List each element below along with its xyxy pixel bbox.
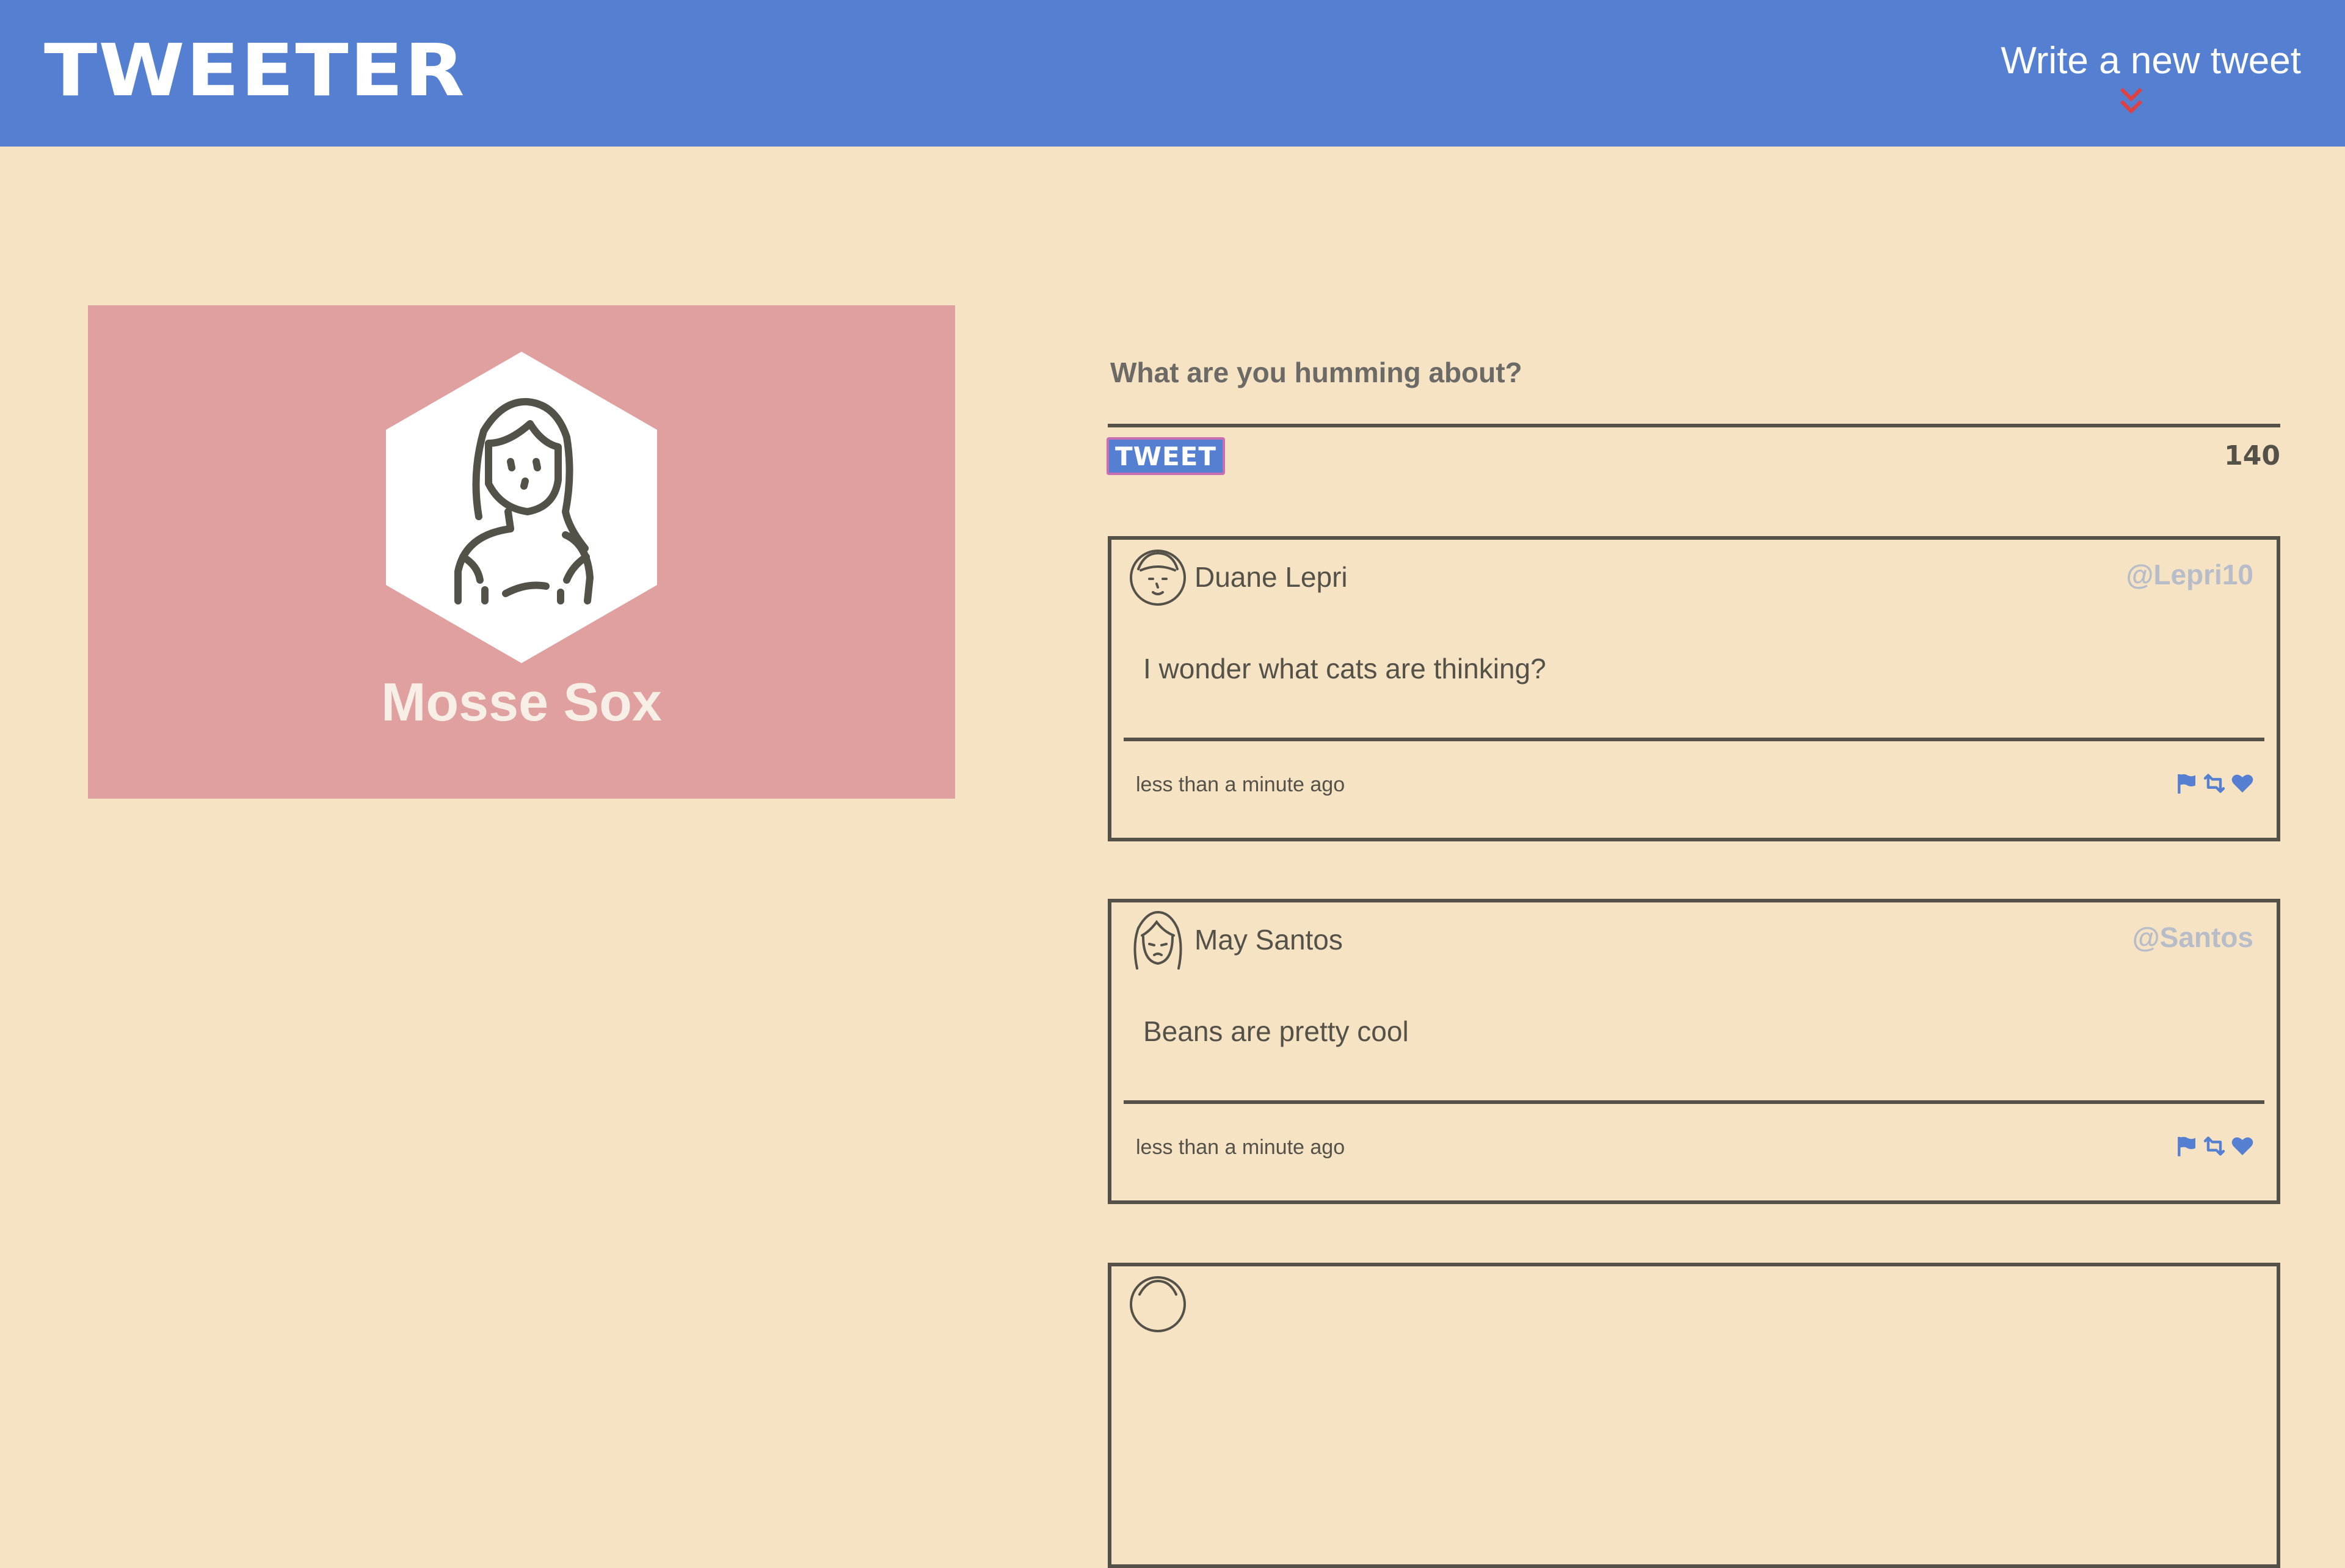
- retweet-icon[interactable]: [2202, 1134, 2227, 1158]
- tweet-card: [1108, 1263, 2280, 1568]
- brand-logo[interactable]: TWEETER: [44, 32, 466, 111]
- flag-icon[interactable]: [2174, 771, 2198, 796]
- tweet-timestamp: less than a minute ago: [1136, 773, 1345, 796]
- profile-avatar: [386, 352, 657, 663]
- retweet-icon[interactable]: [2202, 771, 2227, 796]
- tweet-content: Beans are pretty cool: [1143, 1015, 1409, 1047]
- flag-icon[interactable]: [2174, 1134, 2198, 1158]
- tweet-author-name[interactable]: Duane Lepri: [1194, 558, 1348, 596]
- char-counter: 140: [2224, 440, 2280, 471]
- profile-name: Mosse Sox: [381, 672, 662, 732]
- compose-toggle-label[interactable]: Write a new tweet: [1983, 35, 2301, 87]
- woman-avatar-icon: [1133, 910, 1182, 970]
- tweet-author-handle[interactable]: @Lepri10: [2126, 556, 2253, 593]
- tweet-submit-button[interactable]: TWEET: [1107, 437, 1225, 475]
- tweet-author-handle[interactable]: @Santos: [2132, 918, 2253, 956]
- avatar-icon: [1130, 1276, 1186, 1332]
- tweet-actions: [2174, 769, 2255, 797]
- tweet-divider: [1124, 1100, 2264, 1104]
- tweet-textarea-placeholder[interactable]: What are you humming about?: [1110, 357, 1522, 388]
- profile-card: Mosse Sox: [88, 305, 955, 799]
- man-avatar-icon: [1130, 550, 1186, 606]
- tweet-timestamp: less than a minute ago: [1136, 1136, 1345, 1159]
- tweet-actions: [2174, 1132, 2255, 1160]
- compose-toggle-button[interactable]: Write a new tweet: [1983, 35, 2301, 121]
- tweet-textarea[interactable]: What are you humming about?: [1108, 342, 2280, 427]
- tweet-composer: What are you humming about? TWEET 140: [1107, 342, 2280, 488]
- heart-icon[interactable]: [2230, 771, 2255, 796]
- tweet-divider: [1124, 738, 2264, 741]
- tweet-author-name[interactable]: May Santos: [1194, 921, 1343, 959]
- top-nav: TWEETER Write a new tweet: [0, 0, 2345, 147]
- heart-icon[interactable]: [2230, 1134, 2255, 1158]
- tweet-card: May Santos @Santos Beans are pretty cool…: [1108, 899, 2280, 1204]
- tweet-card: Duane Lepri @Lepri10 I wonder what cats …: [1108, 536, 2280, 841]
- double-chevron-down-icon[interactable]: [2117, 85, 2146, 117]
- tweet-content: I wonder what cats are thinking?: [1143, 653, 1546, 684]
